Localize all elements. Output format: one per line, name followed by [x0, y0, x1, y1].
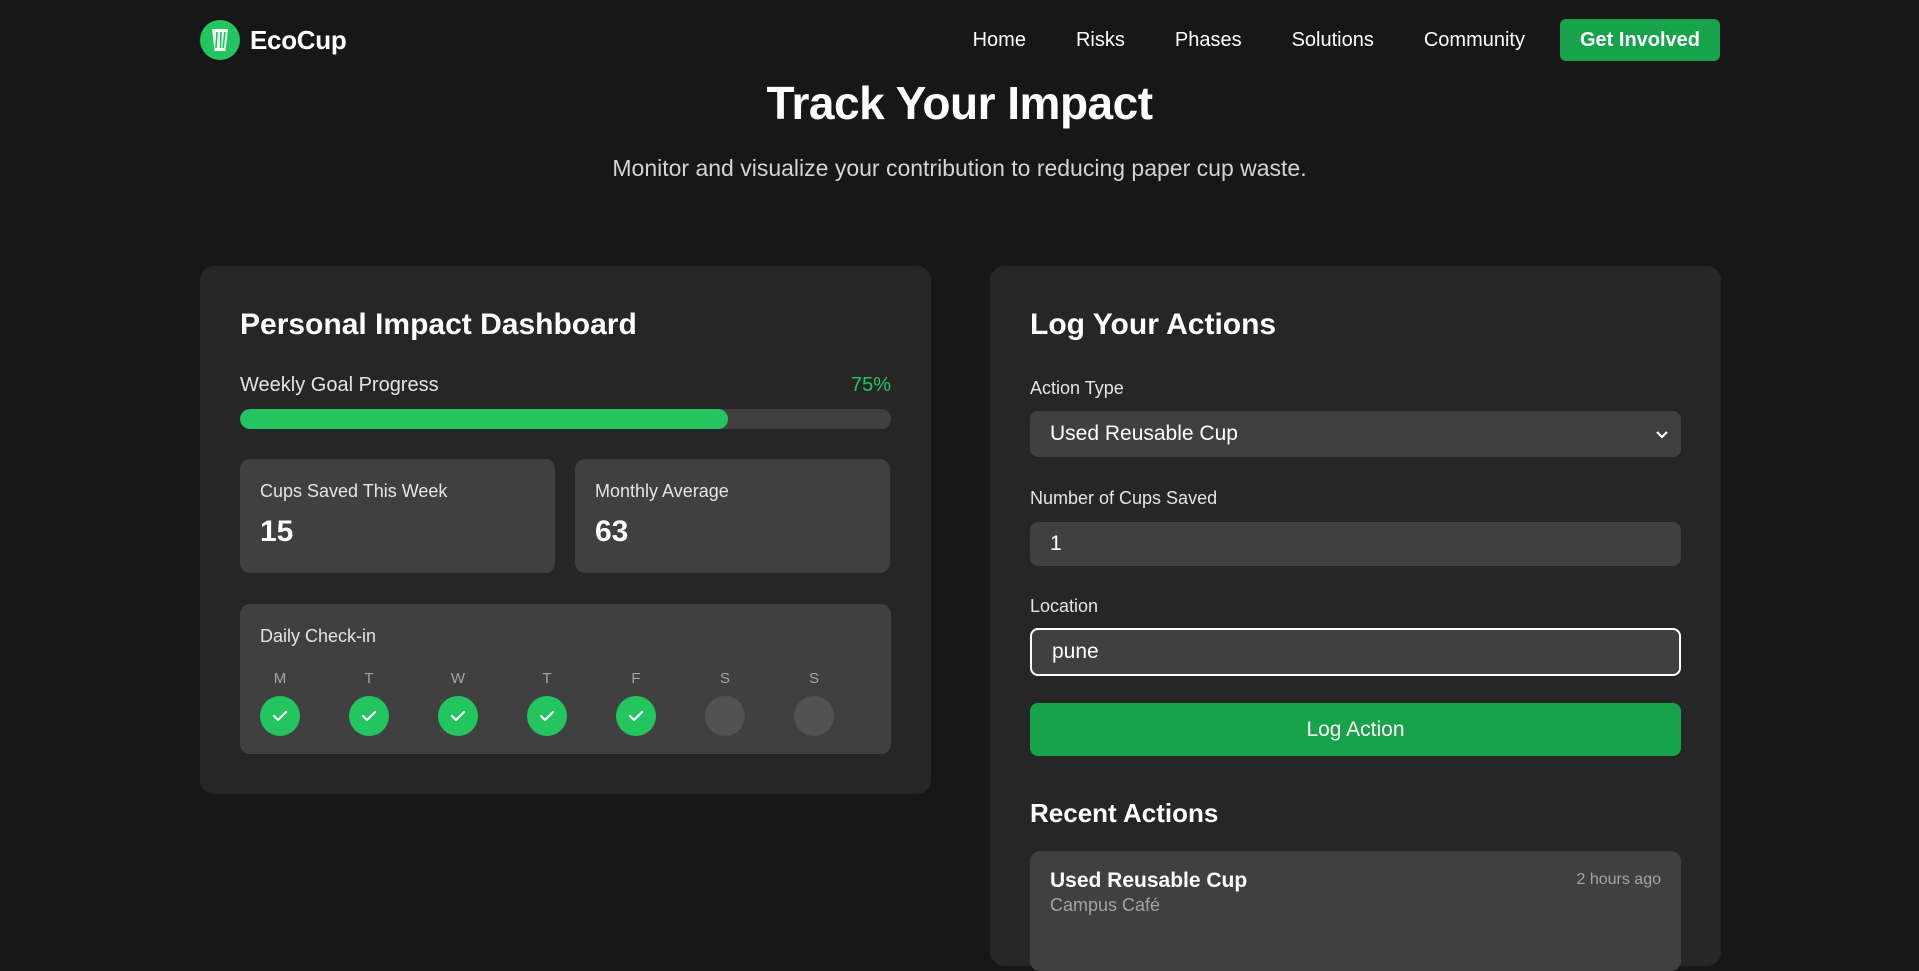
- check-icon: [260, 696, 300, 736]
- check-icon: [438, 696, 478, 736]
- cups-saved-label: Number of Cups Saved: [1030, 488, 1218, 508]
- progress-percent: 75%: [850, 374, 891, 396]
- empty-circle-icon: [705, 696, 745, 736]
- progress-label: Weekly Goal Progress: [240, 374, 439, 396]
- nav-link-risks[interactable]: Risks: [1076, 29, 1125, 52]
- get-involved-button[interactable]: Get Involved: [1560, 19, 1720, 61]
- nav-link-phases[interactable]: Phases: [1175, 29, 1242, 52]
- log-title: Log Your Actions: [1030, 308, 1277, 341]
- day-letter: M: [273, 670, 287, 687]
- stat-value: 15: [260, 515, 294, 548]
- day-letter: W: [450, 670, 466, 687]
- day-letter: T: [364, 670, 374, 687]
- check-icon: [616, 696, 656, 736]
- nav-link-home[interactable]: Home: [973, 29, 1026, 52]
- checkin-day[interactable]: M: [260, 670, 349, 736]
- action-type-select[interactable]: Used Reusable Cup: [1030, 411, 1681, 457]
- stat-label: Cups Saved This Week: [260, 481, 448, 501]
- chevron-down-icon: [1655, 422, 1669, 446]
- log-actions-card: Log Your Actions Action Type Used Reusab…: [990, 266, 1721, 971]
- stat-cups-saved: Cups Saved This Week 15: [240, 459, 555, 573]
- cup-icon: [200, 20, 240, 60]
- nav-link-solutions[interactable]: Solutions: [1292, 29, 1374, 52]
- recent-actions-title: Recent Actions: [1030, 798, 1219, 828]
- page-subtitle: Monitor and visualize your contribution …: [612, 155, 1307, 181]
- action-type-value: Used Reusable Cup: [1050, 422, 1238, 445]
- checkin-day[interactable]: T: [349, 670, 438, 736]
- day-letter: F: [631, 670, 641, 687]
- checkin-day[interactable]: T: [527, 670, 616, 736]
- brand-logo[interactable]: EcoCup: [200, 20, 347, 60]
- stat-monthly-average: Monthly Average 63: [575, 459, 890, 573]
- empty-circle-icon: [794, 696, 834, 736]
- stat-label: Monthly Average: [595, 481, 729, 501]
- checkin-title: Daily Check-in: [260, 626, 377, 646]
- checkin-days: MTWTFSS: [260, 670, 883, 736]
- nav-links: Home Risks Phases Solutions Community Ge…: [973, 19, 1720, 61]
- day-letter: S: [808, 670, 819, 687]
- checkin-day[interactable]: S: [705, 670, 794, 736]
- checkin-day[interactable]: W: [438, 670, 527, 736]
- recent-action-name: Used Reusable Cup: [1050, 869, 1248, 892]
- dashboard-title: Personal Impact Dashboard: [240, 308, 637, 341]
- brand-name: EcoCup: [250, 24, 347, 55]
- checkin-day[interactable]: S: [794, 670, 883, 736]
- recent-action-time: 2 hours ago: [1576, 871, 1661, 888]
- progress-bar-fill: [240, 409, 729, 429]
- list-item: Used Reusable Cup Campus Café 2 hours ag…: [1030, 851, 1681, 971]
- check-icon: [527, 696, 567, 736]
- nav-link-community[interactable]: Community: [1424, 29, 1525, 52]
- impact-dashboard-card: Personal Impact Dashboard Weekly Goal Pr…: [200, 266, 931, 794]
- location-input[interactable]: pune: [1030, 628, 1681, 676]
- action-type-label: Action Type: [1030, 378, 1124, 398]
- recent-action-location: Campus Café: [1050, 895, 1161, 915]
- day-letter: S: [719, 670, 730, 687]
- page-title: Track Your Impact: [766, 77, 1153, 129]
- progress-bar: [240, 409, 891, 429]
- cups-saved-input[interactable]: 1: [1030, 522, 1681, 566]
- stat-value: 63: [595, 515, 629, 548]
- log-action-button[interactable]: Log Action: [1030, 703, 1681, 756]
- location-label: Location: [1030, 596, 1099, 616]
- day-letter: T: [542, 670, 552, 687]
- checkin-day[interactable]: F: [616, 670, 705, 736]
- top-nav: EcoCup Home Risks Phases Solutions Commu…: [0, 0, 1919, 80]
- daily-checkin: Daily Check-in M T W T F S S: [240, 604, 891, 754]
- check-icon: [349, 696, 389, 736]
